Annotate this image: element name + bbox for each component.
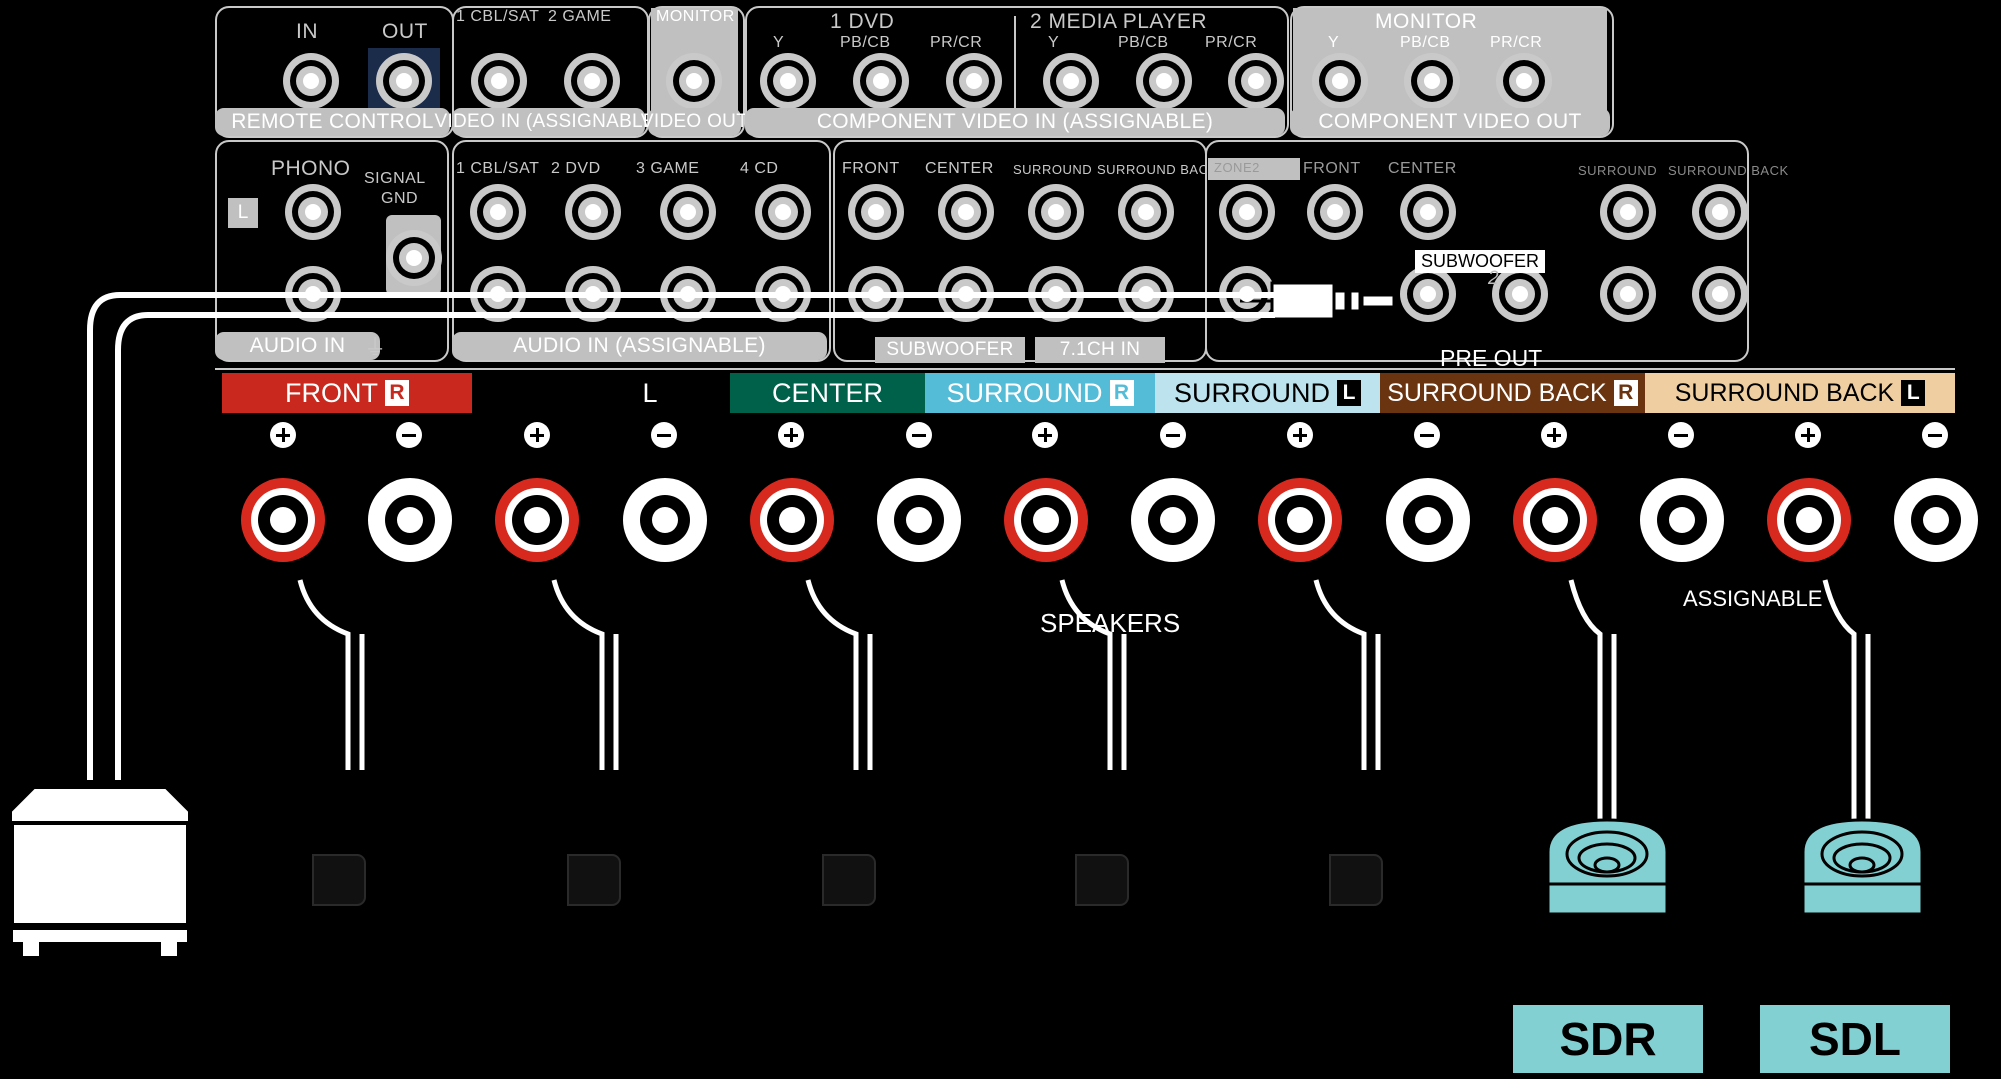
terminal-bar-surround-back-r: SURROUND BACK R [1380,373,1645,413]
preout-surround-label: SURROUND [1578,163,1657,178]
preout-surround-bot-jack[interactable] [1600,266,1656,322]
remote-in-jack[interactable] [283,53,339,109]
component-video-in-section-label: COMPONENT VIDEO IN (ASSIGNABLE) [745,108,1285,136]
binding-post-surround-back-r-minus[interactable] [1640,478,1724,562]
remote-out-jack[interactable] [376,53,432,109]
preout-front-label: FRONT [1303,160,1361,178]
ch7-center-label: CENTER [925,160,994,178]
surround-back-speaker-r-icon [1540,812,1675,922]
speaker-icon-surround-l [1322,845,1392,915]
component-video-out-section-label: COMPONENT VIDEO OUT [1290,108,1610,136]
speaker-icon-front-r [305,845,375,915]
preout-center-top-jack[interactable] [1400,184,1456,240]
video-in-1-label: 1 CBL/SAT [456,8,539,26]
remote-out-label: OUT [382,20,428,44]
speaker-icon-surround-r [1068,845,1138,915]
aia-1-label: 1 CBL/SAT [456,160,539,178]
binding-post-surround-back-l-plus[interactable] [1767,478,1851,562]
preout-subwoofer-1-jack[interactable] [1400,266,1456,322]
cvo-pb-label: PB/CB [1400,34,1451,52]
cvi-1-pb-jack[interactable] [853,53,909,109]
preout-surround-back-top-jack[interactable] [1692,184,1748,240]
cvo-pr-label: PR/CR [1490,34,1542,52]
preout-subwoofer-label-box: SUBWOOFER [1415,250,1545,273]
subwoofer-icon [5,780,200,970]
video-out-section-label: VIDEO OUT [648,108,741,136]
video-in-section-label: VIDEO IN (ASSIGNABLE) [452,108,645,136]
polarity-minus-6 [1668,422,1694,448]
cvi-section-text: COMPONENT VIDEO IN (ASSIGNABLE) [817,110,1213,134]
phono-label: PHONO [271,157,351,181]
polarity-minus-5 [1414,422,1440,448]
cvo-pr-jack[interactable] [1496,53,1552,109]
callout-sdr-label: SDR [1559,1012,1656,1066]
callout-sdr: SDR [1513,1005,1703,1073]
ch7-surround-back-label: SURROUND BACK [1097,162,1218,177]
subwoofer-cable [60,220,1340,800]
polarity-plus-7 [1795,422,1821,448]
cvi-2-y-label: Y [1048,34,1059,52]
cvi-2-pr-label: PR/CR [1205,34,1257,52]
preout-subwoofer-label: SUBWOOFER [1421,251,1539,271]
callout-sdl: SDL [1760,1005,1950,1073]
terminal-label-surround-back-r: SURROUND BACK [1387,379,1606,408]
video-in-section-text: VIDEO IN (ASSIGNABLE) [434,111,662,133]
polarity-minus-7 [1922,422,1948,448]
terminal-label-surround-back-l: SURROUND BACK [1675,379,1894,408]
speaker-icon-front-l [560,845,630,915]
cvi-1-y-label: Y [773,34,784,52]
remote-control-section-label: REMOTE CONTROL [215,108,450,136]
aia-2-label: 2 DVD [551,160,601,178]
signal-gnd-label-1: SIGNAL [364,170,426,188]
preout-subwoofer-2-jack[interactable] [1492,266,1548,322]
cvi-group-2-label: 2 MEDIA PLAYER [1030,10,1207,34]
preout-subwoofer-number: 2 [1488,268,1499,290]
cvi-2-y-jack[interactable] [1043,53,1099,109]
remote-in-label: IN [296,20,318,44]
cvi-1-y-jack[interactable] [760,53,816,109]
cvi-group-divider [1014,16,1016,116]
video-in-1-jack[interactable] [471,53,527,109]
cvi-1-pr-label: PR/CR [930,34,982,52]
cvi-2-pb-jack[interactable] [1136,53,1192,109]
aia-4-label: 4 CD [740,160,778,178]
signal-gnd-label-2: GND [381,190,418,208]
video-in-2-label: 2 GAME [548,8,611,26]
zone2-label: ZONE2 [1214,160,1260,175]
video-out-monitor-label: MONITOR [656,8,735,26]
channel-badge-surround-l: L [1337,380,1361,406]
zone2-badge: ZONE2 [1208,158,1300,180]
cvo-monitor-label: MONITOR [1375,10,1477,34]
polarity-plus-6 [1541,422,1567,448]
cvo-y-jack[interactable] [1312,53,1368,109]
video-out-monitor-jack[interactable] [666,53,722,109]
binding-post-surround-back-l-minus[interactable] [1894,478,1978,562]
cvi-group-1-label: 1 DVD [830,10,894,34]
cvo-y-label: Y [1328,34,1339,52]
ch7-front-label: FRONT [842,160,900,178]
ch7-surround-label: SURROUND [1013,162,1092,177]
callout-sdl-label: SDL [1809,1012,1901,1066]
cvi-1-pb-label: PB/CB [840,34,891,52]
binding-post-surround-l-minus[interactable] [1386,478,1470,562]
cvi-2-pr-jack[interactable] [1228,53,1284,109]
channel-badge-surround-back-r: R [1614,380,1638,406]
channel-badge-surround-back-l: L [1901,380,1925,406]
binding-post-surround-back-r-plus[interactable] [1513,478,1597,562]
cvi-1-pr-jack[interactable] [946,53,1002,109]
speaker-icon-center [815,845,885,915]
aia-3-label: 3 GAME [636,160,699,178]
preout-center-label: CENTER [1388,160,1457,178]
cvi-2-pb-label: PB/CB [1118,34,1169,52]
video-in-2-jack[interactable] [564,53,620,109]
preout-surround-top-jack[interactable] [1600,184,1656,240]
terminal-bar-surround-back-l: SURROUND BACK L [1645,373,1955,413]
preout-surround-back-label: SURROUND BACK [1668,163,1789,178]
cvo-pb-jack[interactable] [1404,53,1460,109]
surround-back-speaker-l-icon [1795,812,1930,922]
preout-surround-back-bot-jack[interactable] [1692,266,1748,322]
